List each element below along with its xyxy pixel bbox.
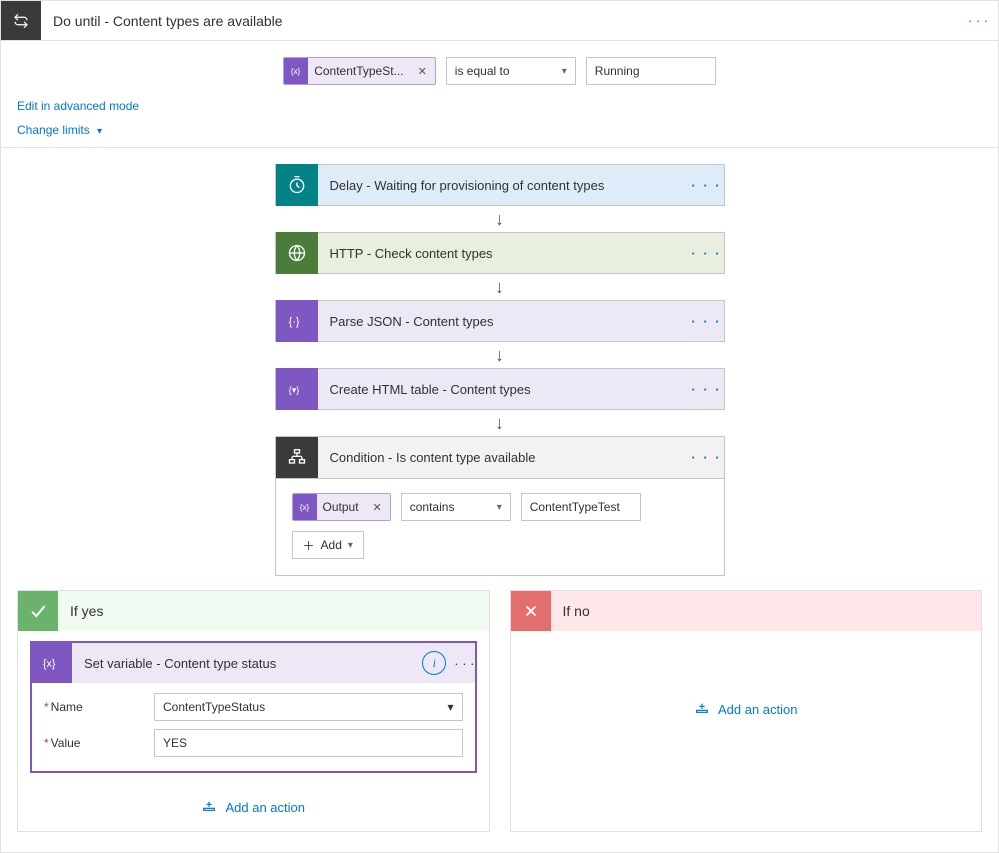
- chevron-down-icon: ▾: [562, 66, 567, 77]
- http-icon: [276, 232, 318, 274]
- action-delay[interactable]: Delay - Waiting for provisioning of cont…: [275, 164, 725, 206]
- action-parse-json-label: Parse JSON - Content types: [318, 314, 690, 329]
- remove-token-button[interactable]: ✕: [410, 65, 435, 78]
- arrow-down-icon: ↓: [495, 210, 504, 228]
- plus-icon: ＋: [303, 537, 315, 554]
- action-delay-label: Delay - Waiting for provisioning of cont…: [318, 178, 690, 193]
- value-field-label: *Value: [44, 736, 144, 750]
- action-html-table-label: Create HTML table - Content types: [318, 382, 690, 397]
- set-variable-menu[interactable]: · · ·: [454, 656, 474, 671]
- condition-left-token-text: ContentTypeSt...: [308, 64, 409, 78]
- condition-icon: [276, 437, 318, 479]
- action-delay-menu[interactable]: · · ·: [690, 178, 724, 193]
- set-variable-title: Set variable - Content type status: [72, 656, 422, 671]
- name-field-label: *Name: [44, 700, 144, 714]
- add-action-no-label: Add an action: [718, 702, 798, 717]
- action-html-table[interactable]: {▾} Create HTML table - Content types · …: [275, 368, 725, 410]
- add-condition-label: Add: [321, 538, 342, 552]
- condition-body: {x} Output ✕ contains ▾ ContentTypeTest …: [275, 478, 725, 576]
- parse-json-icon: {·}: [276, 300, 318, 342]
- condition-left-token[interactable]: {x} ContentTypeSt... ✕: [283, 57, 436, 85]
- value-field-input[interactable]: YES: [154, 729, 463, 757]
- edit-advanced-mode-link[interactable]: Edit in advanced mode: [17, 99, 139, 113]
- check-icon: [18, 591, 58, 631]
- condition-card[interactable]: Condition - Is content type available · …: [275, 436, 725, 478]
- change-limits-link[interactable]: Change limits: [17, 123, 90, 137]
- close-icon: [511, 591, 551, 631]
- branch-yes: If yes {x} Set variable - Content type s…: [17, 590, 490, 832]
- loop-menu-button[interactable]: · · ·: [958, 1, 998, 40]
- condition-card-label: Condition - Is content type available: [318, 450, 690, 465]
- svg-text:{x}: {x}: [299, 503, 309, 512]
- svg-text:{x}: {x}: [43, 658, 56, 670]
- condition-right-value[interactable]: Running: [586, 57, 716, 85]
- chevron-down-icon: ▾: [348, 540, 353, 551]
- condition-right-value-text: Running: [595, 64, 640, 78]
- add-condition-button[interactable]: ＋ Add ▾: [292, 531, 364, 559]
- name-field-value: ContentTypeStatus: [163, 700, 265, 714]
- action-http-label: HTTP - Check content types: [318, 246, 690, 261]
- action-parse-json-menu[interactable]: · · ·: [690, 314, 724, 329]
- branch-yes-header[interactable]: If yes: [18, 591, 489, 631]
- cond-left-token[interactable]: {x} Output ✕: [292, 493, 391, 521]
- loop-icon: [1, 1, 41, 40]
- action-parse-json[interactable]: {·} Parse JSON - Content types · · ·: [275, 300, 725, 342]
- name-field-dropdown[interactable]: ContentTypeStatus ▾: [154, 693, 463, 721]
- set-variable-card[interactable]: {x} Set variable - Content type status i…: [30, 641, 477, 773]
- arrow-down-icon: ↓: [495, 414, 504, 432]
- action-html-table-menu[interactable]: · · ·: [690, 382, 724, 397]
- branch-yes-title: If yes: [58, 603, 103, 619]
- add-action-yes-label: Add an action: [225, 800, 305, 815]
- add-action-icon: [694, 701, 710, 717]
- svg-text:{·}: {·}: [288, 316, 299, 328]
- branch-no: If no Add an action: [510, 590, 983, 832]
- cond-operator-dropdown[interactable]: contains ▾: [401, 493, 511, 521]
- delay-icon: [276, 164, 318, 206]
- arrow-down-icon: ↓: [495, 278, 504, 296]
- loop-title[interactable]: Do until - Content types are available: [41, 1, 958, 40]
- fx-icon: {x}: [284, 58, 308, 84]
- cond-right-value[interactable]: ContentTypeTest: [521, 493, 641, 521]
- info-icon[interactable]: i: [422, 651, 446, 675]
- arrow-down-icon: ↓: [495, 346, 504, 364]
- branch-no-title: If no: [551, 603, 590, 619]
- cond-left-token-text: Output: [317, 500, 365, 514]
- condition-operator-dropdown[interactable]: is equal to ▾: [446, 57, 576, 85]
- condition-card-menu[interactable]: · · ·: [690, 450, 724, 465]
- condition-operator-value: is equal to: [455, 64, 510, 78]
- fx-icon: {x}: [293, 494, 317, 520]
- chevron-down-icon: ▾: [497, 502, 502, 513]
- add-action-icon: [201, 799, 217, 815]
- variable-icon: {x}: [32, 643, 72, 683]
- svg-text:{▾}: {▾}: [288, 385, 299, 395]
- remove-token-button[interactable]: ✕: [365, 501, 390, 514]
- branch-no-header[interactable]: If no: [511, 591, 982, 631]
- add-action-no[interactable]: Add an action: [694, 701, 798, 717]
- html-table-icon: {▾}: [276, 368, 318, 410]
- value-field-value: YES: [163, 736, 187, 750]
- action-http-menu[interactable]: · · ·: [690, 246, 724, 261]
- add-action-yes[interactable]: Add an action: [201, 799, 305, 815]
- cond-operator-value: contains: [410, 500, 455, 514]
- chevron-down-icon: ▾: [447, 700, 453, 714]
- cond-right-value-text: ContentTypeTest: [530, 500, 620, 514]
- svg-text:{x}: {x}: [291, 67, 301, 76]
- action-http[interactable]: HTTP - Check content types · · ·: [275, 232, 725, 274]
- chevron-down-icon: ▾: [97, 126, 102, 137]
